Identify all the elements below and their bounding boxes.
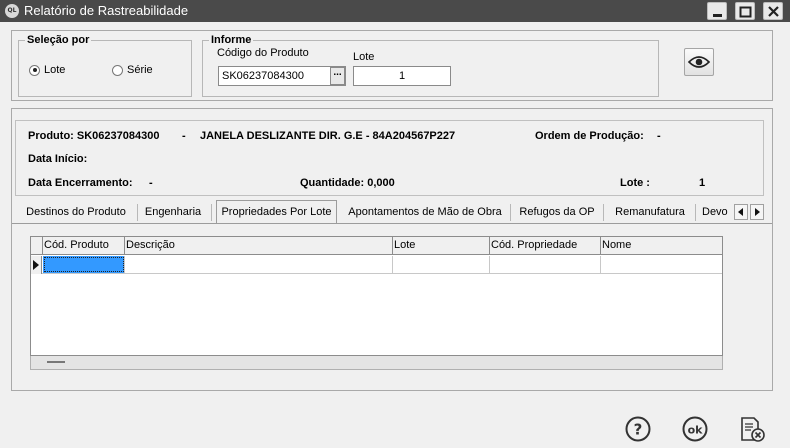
radio-lote-indicator[interactable] [29,64,40,76]
svg-text:ok: ok [688,424,704,437]
tab-remanufatura[interactable]: Remanufatura [610,203,690,223]
ok-icon: ok [682,416,708,442]
cell-lote[interactable] [393,256,490,273]
radio-lote[interactable]: Lote [29,64,65,76]
title-bar: QL Relatório de Rastreabilidade [0,0,790,22]
produto-separator: - [182,130,186,142]
data-encerramento-value: - [149,177,153,189]
grid-header: Cód. Produto Descrição Lote Cód. Proprie… [31,237,722,255]
window-title: Relatório de Rastreabilidade [24,3,189,18]
selection-title: Seleção por [25,34,92,46]
tab-divider [211,204,212,221]
selection-group: Seleção por Lote Série [18,34,192,97]
tab-strip: Destinos do Produto Engenharia Proprieda… [12,200,772,224]
lote-label: Lote [353,51,375,63]
tab-apontamentos-mao-obra[interactable]: Apontamentos de Mão de Obra [345,203,505,223]
column-header-lote[interactable]: Lote [393,237,490,255]
properties-grid[interactable]: Cód. Produto Descrição Lote Cód. Proprie… [30,236,723,356]
cell-cod-produto[interactable] [43,256,125,273]
eye-icon [687,56,711,68]
tab-divider [603,204,604,221]
svg-text:?: ? [634,421,643,439]
product-code-label: Código do Produto [217,47,309,59]
report-close-button[interactable] [737,414,767,444]
column-header-cod-propriedade[interactable]: Cód. Propriedade [490,237,601,255]
report-close-icon [741,417,765,442]
grid-footer [30,356,723,370]
app-logo-icon: QL [5,4,19,18]
product-search-button[interactable]: ... [330,67,345,85]
grid-corner [31,237,43,255]
cell-cod-propriedade[interactable] [490,256,601,273]
informe-title: Informe [209,34,254,46]
informe-group: Informe Código do Produto SK06237084300 … [202,34,659,97]
produto-label: Produto: SK06237084300 [28,130,160,142]
lote-info-label: Lote : [620,177,650,189]
tab-destinos-produto[interactable]: Destinos do Produto [20,203,132,223]
tab-divider [137,204,138,221]
maximize-button[interactable] [735,2,755,20]
lote-field[interactable]: 1 [353,66,451,86]
row-indicator [31,256,42,274]
close-button[interactable] [763,2,783,20]
minimize-button[interactable] [707,2,727,20]
close-icon [768,6,779,17]
data-encerramento-label: Data Encerramento: [28,177,133,189]
filter-panel: Seleção por Lote Série Informe Código do… [11,30,773,101]
triangle-right-icon [755,208,760,216]
radio-serie[interactable]: Série [112,64,153,76]
triangle-left-icon [738,208,743,216]
table-row[interactable] [31,256,722,274]
tab-divider [695,204,696,221]
ordem-producao-label: Ordem de Produção: [535,130,644,142]
ok-button[interactable]: ok [680,414,710,444]
tab-baseline [12,223,772,224]
data-inicio-label: Data Início: [28,153,88,165]
tab-refugos-op[interactable]: Refugos da OP [517,203,597,223]
column-header-nome[interactable]: Nome [601,237,722,255]
help-button[interactable]: ? [623,414,653,444]
lote-info-value: 1 [699,177,706,189]
radio-serie-indicator[interactable] [112,64,123,76]
quantidade-label: Quantidade: 0,000 [300,177,395,189]
column-header-descricao[interactable]: Descrição [125,237,393,255]
cell-descricao[interactable] [125,256,393,273]
tab-scroll-right-button[interactable] [750,204,764,220]
tab-engenharia[interactable]: Engenharia [142,203,204,223]
tab-divider [510,204,511,221]
ordem-producao-value: - [657,130,661,142]
minimize-icon [713,14,722,17]
info-panel: Produto: SK06237084300 - JANELA DESLIZAN… [15,120,764,196]
tab-propriedades-por-lote[interactable]: Propriedades Por Lote [216,200,337,224]
help-icon: ? [625,416,651,442]
row-pointer-icon [33,260,39,270]
tab-scroll-left-button[interactable] [734,204,748,220]
radio-lote-label: Lote [44,64,66,76]
column-header-cod-produto[interactable]: Cód. Produto [43,237,125,255]
produto-description: JANELA DESLIZANTE DIR. G.E - 84A204567P2… [200,130,456,142]
radio-serie-label: Série [127,64,153,76]
tab-devolucoes[interactable]: Devo [702,203,732,223]
cell-nome[interactable] [601,256,722,273]
view-button[interactable] [684,48,714,76]
product-code-field[interactable]: SK06237084300 [218,66,346,86]
maximize-icon [739,6,752,18]
grid-footer-dash [47,361,65,363]
